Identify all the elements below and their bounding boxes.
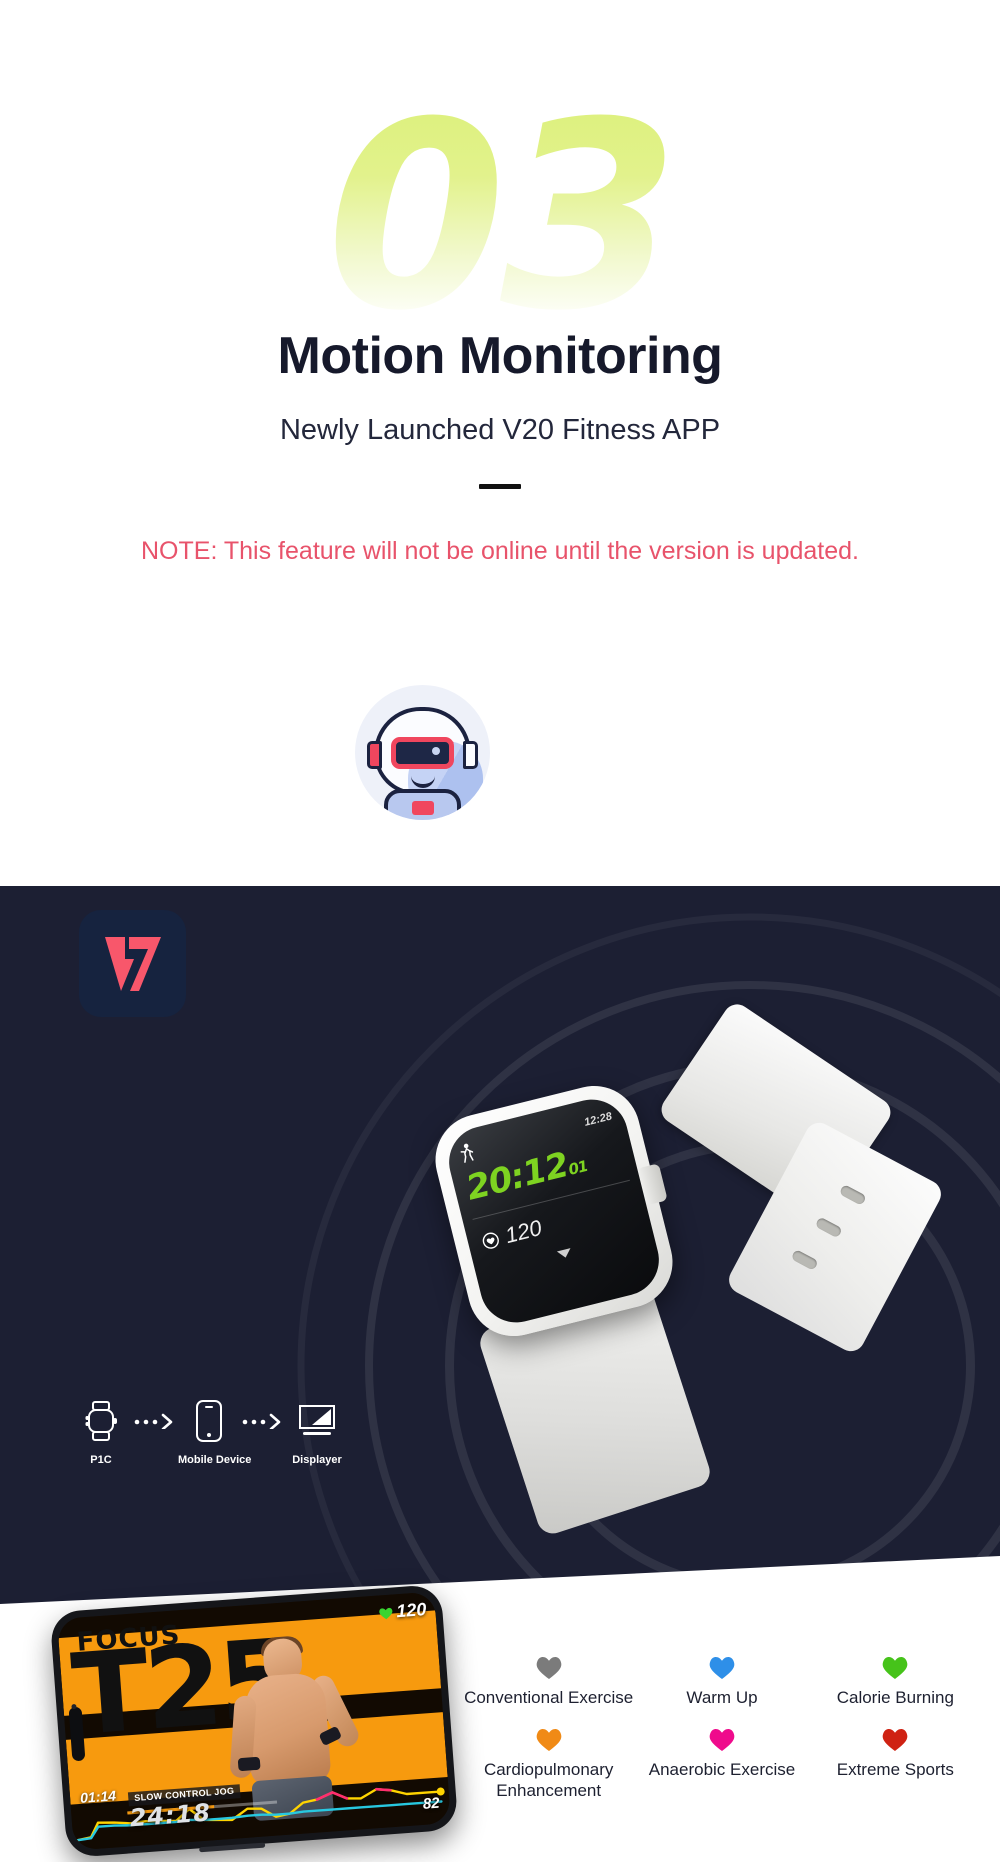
heart-icon — [809, 1652, 982, 1682]
heart-icon — [635, 1652, 808, 1682]
flow-arrow-2 — [240, 1396, 286, 1446]
helmet-ear-right — [463, 741, 478, 769]
astronaut-avatar — [355, 685, 490, 820]
flow-label-watch: P1C — [70, 1454, 132, 1466]
running-person-icon — [458, 1142, 475, 1164]
flow-item-displayer: Displayer — [286, 1396, 348, 1466]
zone-label: Warm Up — [635, 1688, 808, 1708]
instructor-wristband-left — [238, 1757, 261, 1772]
strap-hole — [839, 1184, 867, 1206]
visor-glint — [432, 747, 440, 755]
note-text: NOTE: This feature will not be online un… — [0, 537, 1000, 566]
strap-hole — [791, 1249, 819, 1271]
zone-item: Calorie Burning — [809, 1652, 982, 1708]
watch-screen[interactable]: 12:28 20:1201 120 — [442, 1092, 667, 1330]
title-divider — [479, 484, 521, 489]
heart-icon — [635, 1724, 808, 1754]
instructor-torso — [244, 1672, 332, 1788]
page-subtitle: Newly Launched V20 Fitness APP — [0, 414, 1000, 447]
video-segment-time: 01:14 — [80, 1787, 117, 1806]
visor-icon — [391, 737, 454, 769]
zone-item: Anaerobic Exercise — [635, 1724, 808, 1801]
watch-bpm-value: 120 — [503, 1215, 545, 1249]
zone-label: Conventional Exercise — [462, 1688, 635, 1708]
app-icon-v[interactable] — [79, 910, 186, 1017]
mobile-phone-icon — [178, 1396, 240, 1446]
zone-item: Extreme Sports — [809, 1724, 982, 1801]
phone-product-image: FOCUS T25 120 01:14 SLOW CONTROL JOG — [50, 1584, 459, 1858]
heart-icon — [378, 1605, 394, 1620]
watch-elapsed-sub: 01 — [567, 1157, 590, 1179]
watch-heart-rate: 120 — [479, 1215, 544, 1255]
zone-item: Conventional Exercise — [462, 1652, 635, 1708]
heart-rate-icon — [480, 1230, 501, 1251]
heart-icon — [809, 1724, 982, 1754]
zone-label: Extreme Sports — [809, 1760, 982, 1780]
section-number: 03 — [0, 88, 1000, 346]
flow-item-watch: P1C — [70, 1396, 132, 1466]
dotted-arrow-icon — [242, 1413, 284, 1429]
strap-hole — [815, 1216, 843, 1238]
flow-label-displayer: Displayer — [286, 1454, 348, 1466]
heart-icon — [462, 1724, 635, 1754]
page-title: Motion Monitoring — [0, 326, 1000, 386]
flow-arrow-1 — [132, 1396, 178, 1446]
watch-scroll-caret-icon[interactable] — [557, 1248, 573, 1259]
heart-icon — [462, 1652, 635, 1682]
smartwatch-icon — [70, 1396, 132, 1446]
video-heart-rate-badge: 120 — [378, 1599, 427, 1623]
zone-item: Warm Up — [635, 1652, 808, 1708]
zone-label: Cardiopulmonary Enhancement — [462, 1760, 635, 1801]
phone-frame: FOCUS T25 120 01:14 SLOW CONTROL JOG — [50, 1584, 459, 1858]
flow-item-mobile: Mobile Device — [178, 1396, 240, 1466]
video-instructor-figure — [227, 1633, 348, 1815]
smartwatch-product-image: 12:28 20:1201 120 — [430, 1030, 930, 1510]
dotted-arrow-icon — [134, 1413, 176, 1429]
video-total-time: 24:18 — [129, 1798, 212, 1832]
hero-section: 03 Motion Monitoring Newly Launched V20 … — [0, 0, 1000, 886]
astronaut-body — [384, 789, 461, 820]
video-bpm-value: 120 — [396, 1599, 428, 1622]
zone-item: Cardiopulmonary Enhancement — [462, 1724, 635, 1801]
video-bottom-rate: 82 — [422, 1795, 440, 1813]
data-flow-diagram: P1C Mobile Device — [70, 1396, 348, 1466]
watch-clock: 12:28 — [583, 1110, 613, 1128]
chest-badge — [412, 801, 434, 815]
heart-rate-zone-legend: Conventional Exercise Warm Up Calorie Bu… — [462, 1652, 982, 1801]
monitor-icon — [286, 1396, 348, 1446]
flow-label-mobile: Mobile Device — [178, 1454, 240, 1466]
zone-label: Anaerobic Exercise — [635, 1760, 808, 1780]
helmet-ear-left — [367, 741, 382, 769]
zone-label: Calorie Burning — [809, 1688, 982, 1708]
phone-screen[interactable]: FOCUS T25 120 01:14 SLOW CONTROL JOG — [57, 1591, 451, 1850]
v-logo-icon — [103, 933, 163, 995]
